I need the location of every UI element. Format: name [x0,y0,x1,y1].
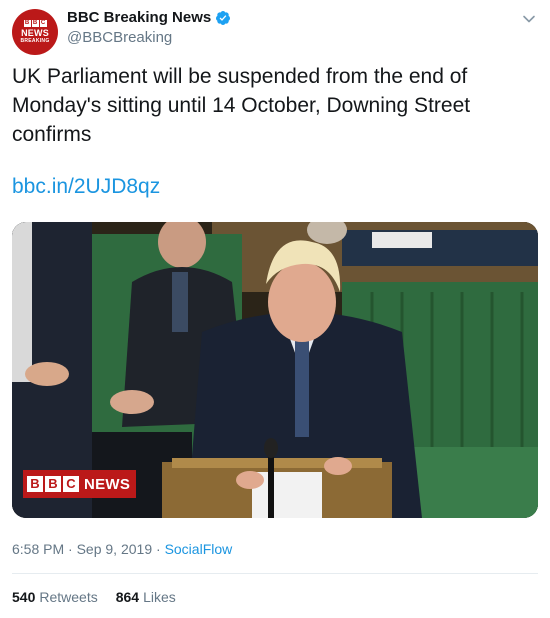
retweets-stat[interactable]: 540 Retweets [12,589,98,605]
author-display-name[interactable]: BBC Breaking News [67,9,211,26]
avatar-breaking-text: BREAKING [20,38,50,44]
chevron-down-icon[interactable] [522,12,536,26]
avatar-bbc-blocks: B B C [23,20,47,27]
author-handle[interactable]: @BBCBreaking [67,29,172,46]
avatar-letter: C [39,20,47,27]
bbc-logo-news-word: NEWS [84,475,131,493]
bbc-news-logo: B B C NEWS [23,470,137,498]
likes-stat[interactable]: 864 Likes [116,589,176,605]
meta-separator: · [156,541,161,557]
tweet-link[interactable]: bbc.in/2UJD8qz [12,173,160,200]
retweets-label: Retweets [39,589,98,605]
avatar-letter: B [23,20,31,27]
verified-badge-icon [216,10,231,25]
divider [12,573,538,574]
bbc-logo-letter: B [27,476,43,492]
avatar-news-text: NEWS [21,28,49,38]
tweet-date[interactable]: Sep 9, 2019 [77,541,153,557]
tweet-stats: 540 Retweets 864 Likes [12,589,176,605]
likes-label: Likes [143,589,176,605]
bbc-logo-letter: C [63,476,79,492]
avatar-letter: B [31,20,39,27]
bbc-logo-blocks: B B C [27,476,79,492]
bbc-logo-letter: B [45,476,61,492]
tweet-time[interactable]: 6:58 PM [12,541,64,557]
likes-count: 864 [115,589,140,605]
tweet-meta: 6:58 PM · Sep 9, 2019 · SocialFlow [12,541,232,557]
retweets-count: 540 [12,589,36,605]
tweet-card: B B C NEWS BREAKING BBC Breaking News @B… [0,0,550,618]
avatar[interactable]: B B C NEWS BREAKING [12,9,58,55]
meta-separator: · [68,541,73,557]
tweet-text: UK Parliament will be suspended from the… [12,65,471,146]
author-name-row: BBC Breaking News [67,9,231,26]
tweet-photo[interactable]: B B C NEWS [12,222,538,518]
tweet-source[interactable]: SocialFlow [165,541,233,557]
